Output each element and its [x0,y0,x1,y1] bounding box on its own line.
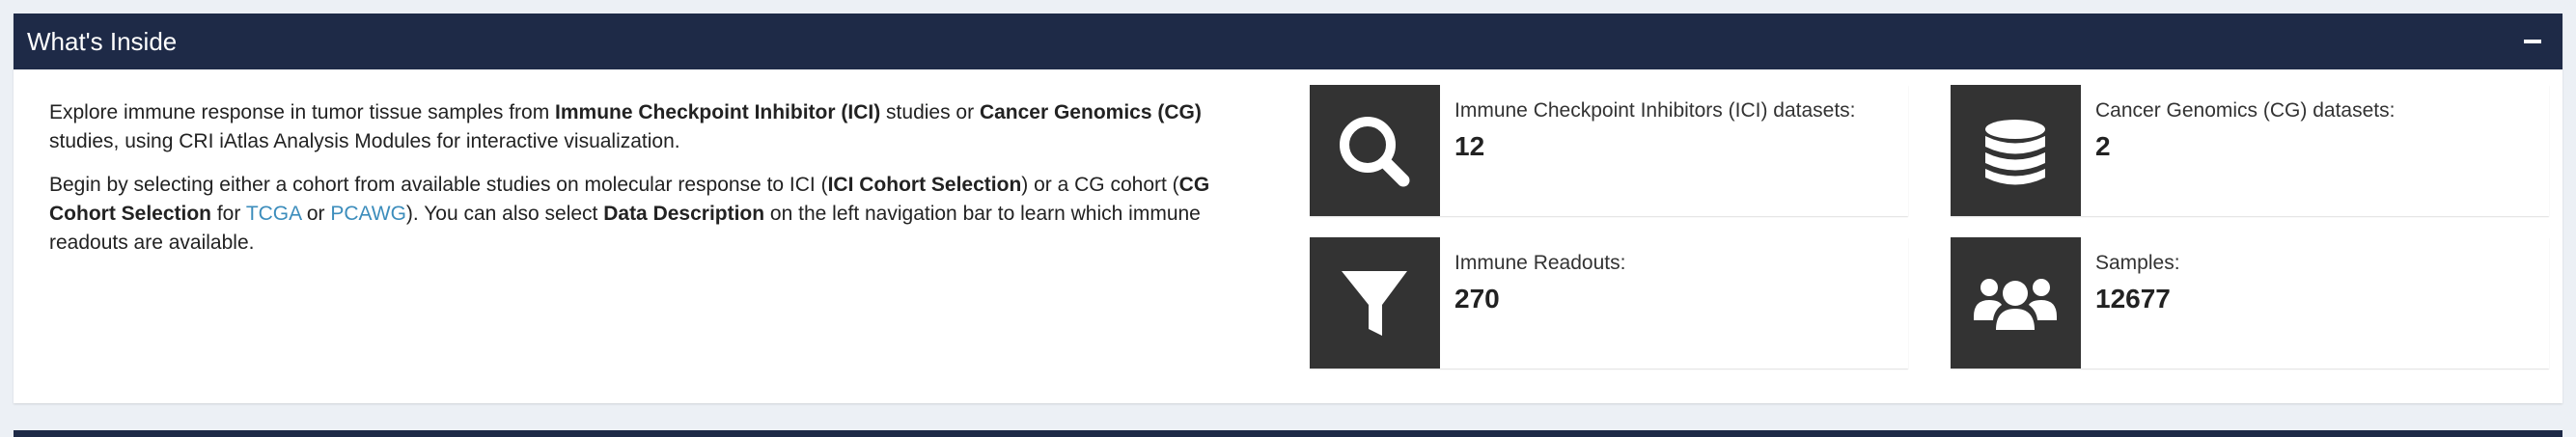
info-box-cg-datasets: Cancer Genomics (CG) datasets: 2 [1951,85,2549,216]
box-header: What's Inside [14,14,2562,69]
intro-paragraph-1: Explore immune response in tumor tissue … [49,98,1275,156]
whats-inside-box: What's Inside Explore immune response in… [14,14,2562,403]
minus-icon [2524,40,2541,43]
box-title: What's Inside [27,27,178,56]
intro-text-segment: Explore immune response in tumor tissue … [49,101,556,123]
info-box-value: 12677 [2095,284,2171,314]
info-box-value: 12 [1454,131,1485,161]
filter-icon [1310,237,1440,369]
intro-text-segment: ) or a CG cohort ( [1021,174,1179,196]
info-box-label: Immune Readouts: [1454,252,1626,274]
intro-text-segment: ). You can also select [405,203,604,225]
intro-text-segment: or [301,203,331,225]
next-box-header [14,430,2562,437]
info-box-label: Immune Checkpoint Inhibitors (ICI) datas… [1454,99,1856,122]
intro-bold-cg: Cancer Genomics (CG) [979,101,1202,123]
users-icon [1951,237,2081,369]
collapse-button[interactable] [2520,25,2545,58]
intro-text: Explore immune response in tumor tissue … [49,98,1275,272]
intro-text-segment: for [211,203,246,225]
info-box-ici-datasets: Immune Checkpoint Inhibitors (ICI) datas… [1310,85,1908,216]
info-box-samples: Samples: 12677 [1951,237,2549,369]
intro-paragraph-2: Begin by selecting either a cohort from … [49,171,1275,258]
info-box-immune-readouts: Immune Readouts: 270 [1310,237,1908,369]
database-icon [1951,85,2081,216]
intro-text-segment: studies, using CRI iAtlas Analysis Modul… [49,130,680,152]
pcawg-link[interactable]: PCAWG [330,203,406,225]
intro-text-segment: Begin by selecting either a cohort from … [49,174,828,196]
intro-bold-ici: Immune Checkpoint Inhibitor (ICI) [555,101,881,123]
intro-bold-data-description: Data Description [603,203,765,225]
info-box-label: Cancer Genomics (CG) datasets: [2095,99,2396,122]
intro-text-segment: studies or [880,101,980,123]
info-box-value: 2 [2095,131,2111,161]
intro-bold-ici-cohort: ICI Cohort Selection [827,174,1022,196]
info-box-value: 270 [1454,284,1500,314]
search-icon [1310,85,1440,216]
info-box-label: Samples: [2095,252,2180,274]
tcga-link[interactable]: TCGA [246,203,301,225]
